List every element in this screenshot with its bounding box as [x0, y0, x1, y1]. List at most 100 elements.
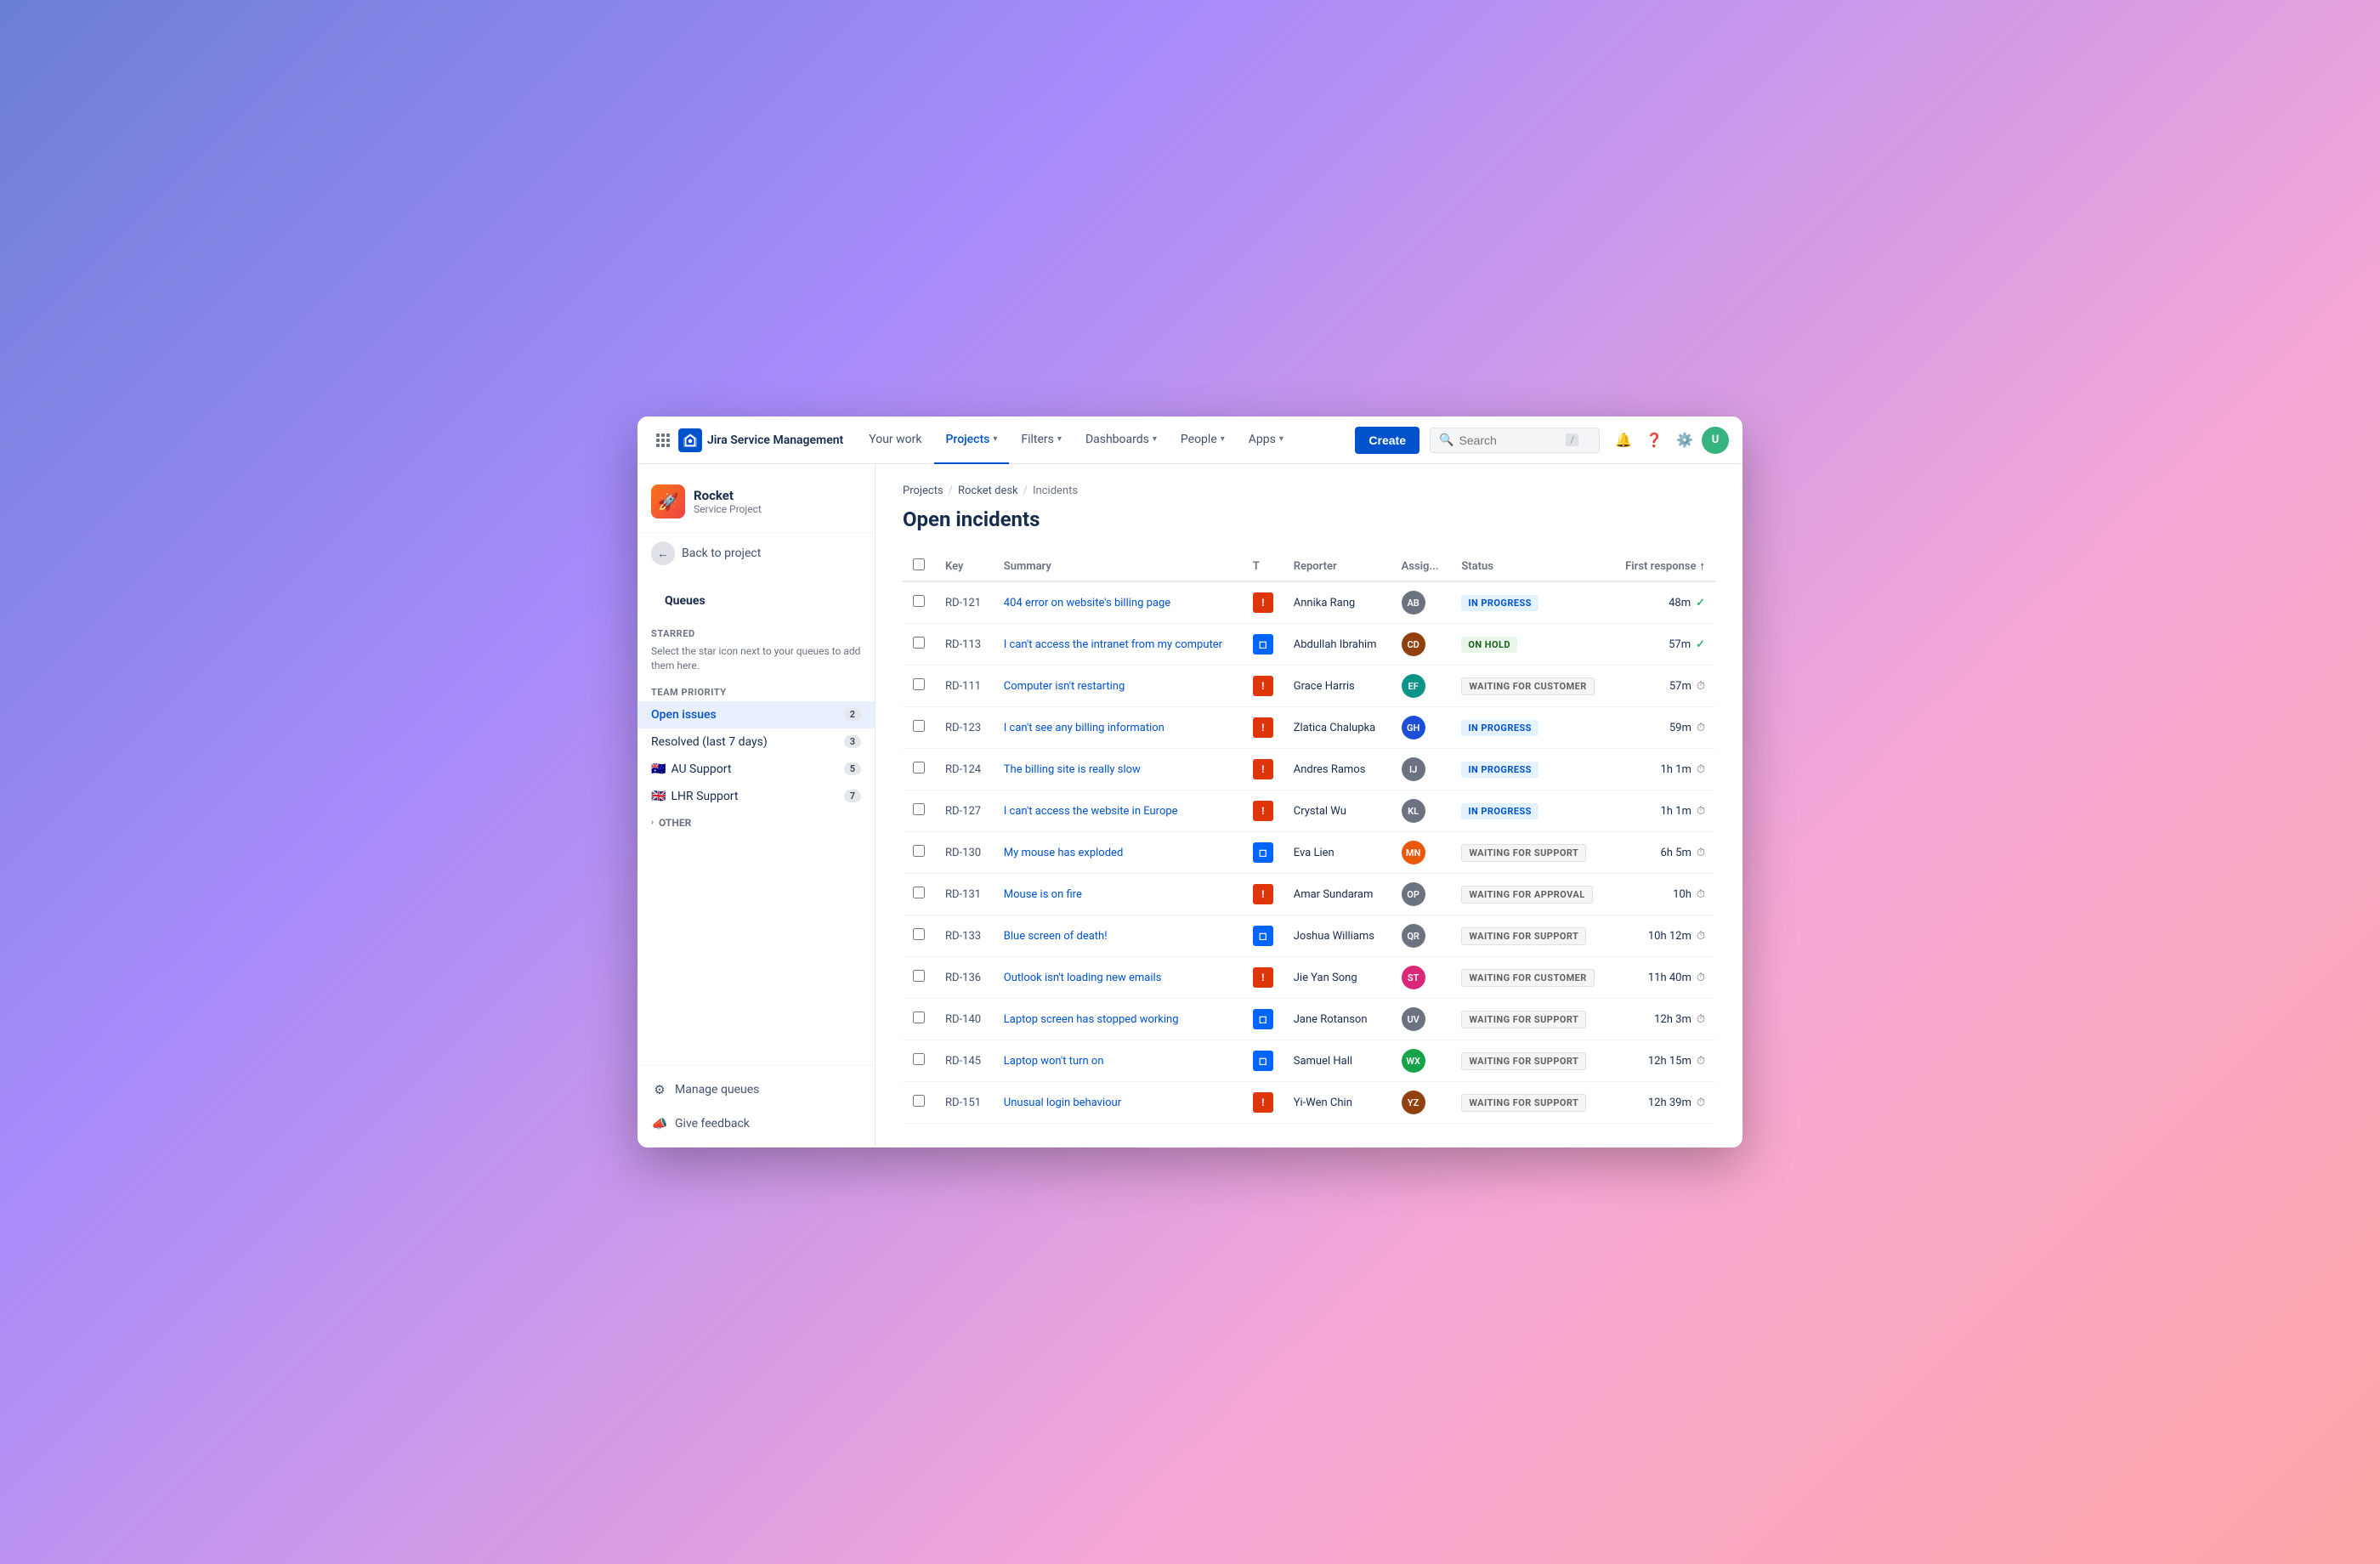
row-checkbox[interactable]: [913, 928, 925, 940]
key-link[interactable]: RD-140: [945, 1013, 981, 1026]
sidebar-item-resolved[interactable]: Resolved (last 7 days) 3: [638, 728, 875, 756]
header-first-response[interactable]: First response ↑: [1611, 552, 1715, 581]
row-summary[interactable]: Outlook isn't loading new emails: [994, 957, 1243, 999]
key-link[interactable]: RD-113: [945, 638, 981, 651]
give-feedback-button[interactable]: 📣 Give feedback: [638, 1107, 875, 1141]
row-checkbox-cell[interactable]: [903, 790, 935, 832]
row-summary[interactable]: I can't see any billing information: [994, 707, 1243, 749]
header-select-all[interactable]: [903, 552, 935, 581]
row-checkbox[interactable]: [913, 637, 925, 649]
row-checkbox-cell[interactable]: [903, 1082, 935, 1124]
row-checkbox[interactable]: [913, 678, 925, 690]
row-summary[interactable]: I can't access the intranet from my comp…: [994, 624, 1243, 666]
key-link[interactable]: RD-123: [945, 722, 981, 734]
row-checkbox[interactable]: [913, 887, 925, 898]
row-key[interactable]: RD-111: [935, 666, 994, 707]
row-checkbox-cell[interactable]: [903, 624, 935, 666]
row-summary[interactable]: Computer isn't restarting: [994, 666, 1243, 707]
create-button[interactable]: Create: [1355, 427, 1420, 454]
breadcrumb-projects[interactable]: Projects: [903, 484, 944, 497]
row-checkbox-cell[interactable]: [903, 832, 935, 874]
row-summary[interactable]: Laptop screen has stopped working: [994, 999, 1243, 1040]
notifications-button[interactable]: 🔔: [1610, 427, 1637, 454]
key-link[interactable]: RD-130: [945, 847, 981, 859]
select-all-checkbox[interactable]: [913, 558, 925, 570]
row-key[interactable]: RD-151: [935, 1082, 994, 1124]
summary-link[interactable]: I can't access the intranet from my comp…: [1004, 638, 1222, 651]
summary-link[interactable]: I can't see any billing information: [1004, 722, 1164, 734]
sidebar-item-open-issues[interactable]: Open issues 2: [638, 701, 875, 728]
row-checkbox-cell[interactable]: [903, 707, 935, 749]
key-link[interactable]: RD-121: [945, 597, 981, 609]
nav-filters[interactable]: Filters ▾: [1009, 416, 1074, 464]
nav-your-work[interactable]: Your work: [857, 416, 933, 464]
help-button[interactable]: ❓: [1640, 427, 1668, 454]
row-key[interactable]: RD-123: [935, 707, 994, 749]
summary-link[interactable]: Outlook isn't loading new emails: [1004, 972, 1162, 984]
row-checkbox[interactable]: [913, 720, 925, 732]
row-key[interactable]: RD-140: [935, 999, 994, 1040]
row-checkbox[interactable]: [913, 595, 925, 607]
nav-apps[interactable]: Apps ▾: [1237, 416, 1295, 464]
summary-link[interactable]: Laptop screen has stopped working: [1004, 1013, 1179, 1026]
nav-projects[interactable]: Projects ▾: [934, 416, 1010, 464]
row-checkbox-cell[interactable]: [903, 581, 935, 624]
row-summary[interactable]: Mouse is on fire: [994, 874, 1243, 915]
settings-button[interactable]: ⚙️: [1671, 427, 1698, 454]
grid-menu-icon[interactable]: [651, 428, 675, 452]
row-key[interactable]: RD-145: [935, 1040, 994, 1082]
search-input[interactable]: [1459, 434, 1561, 447]
row-checkbox[interactable]: [913, 1095, 925, 1107]
sidebar-item-au-support[interactable]: 🇦🇺 AU Support 5: [638, 756, 875, 783]
row-checkbox-cell[interactable]: [903, 666, 935, 707]
summary-link[interactable]: My mouse has exploded: [1004, 847, 1123, 859]
row-summary[interactable]: My mouse has exploded: [994, 832, 1243, 874]
row-checkbox-cell[interactable]: [903, 1040, 935, 1082]
summary-link[interactable]: Mouse is on fire: [1004, 888, 1082, 901]
summary-link[interactable]: 404 error on website's billing page: [1004, 597, 1170, 609]
row-key[interactable]: RD-113: [935, 624, 994, 666]
key-link[interactable]: RD-111: [945, 680, 981, 693]
row-key[interactable]: RD-127: [935, 790, 994, 832]
summary-link[interactable]: Computer isn't restarting: [1004, 680, 1125, 693]
row-checkbox-cell[interactable]: [903, 999, 935, 1040]
row-key[interactable]: RD-136: [935, 957, 994, 999]
sidebar-item-lhr-support[interactable]: 🇬🇧 LHR Support 7: [638, 783, 875, 810]
manage-queues-button[interactable]: ⚙ Manage queues: [638, 1073, 875, 1107]
summary-link[interactable]: The billing site is really slow: [1004, 763, 1141, 776]
key-link[interactable]: RD-133: [945, 930, 981, 943]
key-link[interactable]: RD-145: [945, 1055, 981, 1068]
row-checkbox[interactable]: [913, 1012, 925, 1023]
row-key[interactable]: RD-130: [935, 832, 994, 874]
row-checkbox-cell[interactable]: [903, 749, 935, 790]
nav-people[interactable]: People ▾: [1169, 416, 1237, 464]
user-avatar[interactable]: U: [1702, 427, 1729, 454]
row-key[interactable]: RD-121: [935, 581, 994, 624]
key-link[interactable]: RD-136: [945, 972, 981, 984]
summary-link[interactable]: Unusual login behaviour: [1004, 1096, 1121, 1109]
key-link[interactable]: RD-127: [945, 805, 981, 818]
row-checkbox-cell[interactable]: [903, 915, 935, 957]
row-checkbox[interactable]: [913, 970, 925, 982]
other-section[interactable]: › OTHER: [638, 810, 875, 836]
app-logo[interactable]: Jira Service Management: [678, 428, 843, 452]
row-summary[interactable]: 404 error on website's billing page: [994, 581, 1243, 624]
row-checkbox[interactable]: [913, 1053, 925, 1065]
summary-link[interactable]: I can't access the website in Europe: [1004, 805, 1178, 818]
row-summary[interactable]: Laptop won't turn on: [994, 1040, 1243, 1082]
row-key[interactable]: RD-133: [935, 915, 994, 957]
back-to-project-button[interactable]: ← Back to project: [638, 532, 875, 574]
key-link[interactable]: RD-131: [945, 888, 981, 901]
row-key[interactable]: RD-124: [935, 749, 994, 790]
key-link[interactable]: RD-124: [945, 763, 981, 776]
row-summary[interactable]: The billing site is really slow: [994, 749, 1243, 790]
row-checkbox[interactable]: [913, 845, 925, 857]
row-checkbox-cell[interactable]: [903, 957, 935, 999]
nav-dashboards[interactable]: Dashboards ▾: [1074, 416, 1169, 464]
row-key[interactable]: RD-131: [935, 874, 994, 915]
row-checkbox[interactable]: [913, 762, 925, 774]
summary-link[interactable]: Laptop won't turn on: [1004, 1055, 1104, 1068]
row-summary[interactable]: Blue screen of death!: [994, 915, 1243, 957]
row-checkbox-cell[interactable]: [903, 874, 935, 915]
row-summary[interactable]: Unusual login behaviour: [994, 1082, 1243, 1124]
